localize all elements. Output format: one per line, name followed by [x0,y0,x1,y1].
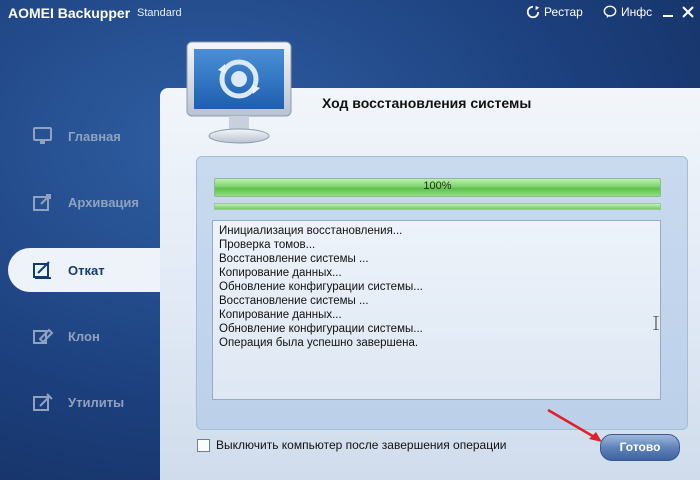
sidebar-item-label: Архивация [68,194,139,210]
minimize-icon [663,15,673,17]
restore-icon [33,261,51,279]
tools-icon [33,393,53,411]
title-bar: AOMEI Backupper Standard Рестар Инфс [0,0,700,26]
log-line: Восстановление системы ... [219,253,369,265]
log-line: Операция была успешно завершена. [219,337,419,349]
close-button[interactable] [680,4,696,20]
shutdown-checkbox-label: Выключить компьютер после завершения опе… [216,438,507,452]
log-line: Проверка томов... [219,239,316,251]
sidebar: Главная Архивация Откат Клон Утилиты [0,100,168,480]
annotation-arrow [547,408,602,442]
shutdown-checkbox[interactable] [197,438,210,452]
log-line: Обновление конфигурации системы... [219,323,423,335]
progress-bar-secondary [214,203,661,210]
sidebar-item-home[interactable]: Главная [0,114,150,158]
sidebar-item-label: Откат [68,262,105,278]
progress-bar: 100% [214,178,661,197]
sidebar-item-clone[interactable]: Клон [0,314,150,358]
log-line: Обновление конфигурации системы... [219,281,423,293]
info-menu-label: Инфс [621,5,653,19]
clone-icon [33,328,54,344]
sidebar-item-backup[interactable]: Архивация [0,180,150,224]
sidebar-item-label: Главная [68,128,121,144]
progress-percent: 100% [423,180,452,192]
done-button[interactable]: Готово [600,434,680,461]
refresh-icon [526,5,540,19]
sidebar-item-tools[interactable]: Утилиты [0,380,150,424]
app-title: AOMEI Backupper [8,5,131,21]
restore-menu-label: Рестар [544,5,583,19]
page-title: Ход восстановления системы [322,95,532,111]
app-edition: Standard [137,7,182,19]
log-line: Копирование данных... [219,309,342,321]
sidebar-item-restore[interactable]: Откат [8,248,168,292]
monitor-restore-icon [186,41,292,144]
sidebar-item-label: Утилиты [68,394,125,410]
backup-icon [33,194,51,211]
home-monitor-icon [33,127,52,144]
minimize-button[interactable] [660,4,676,20]
text-cursor-icon [653,316,659,330]
log-line: Инициализация восстановления... [219,225,403,237]
log-line: Восстановление системы ... [219,295,369,307]
close-icon [682,6,694,18]
info-menu-button[interactable]: Инфс [603,5,652,19]
chat-bubble-icon [603,5,617,19]
log-output[interactable]: Инициализация восстановления... Проверка… [212,220,661,400]
sidebar-item-label: Клон [68,328,100,344]
shutdown-option[interactable]: Выключить компьютер после завершения опе… [197,438,507,452]
log-line: Копирование данных... [219,267,342,279]
restore-menu-button[interactable]: Рестар [526,5,583,19]
